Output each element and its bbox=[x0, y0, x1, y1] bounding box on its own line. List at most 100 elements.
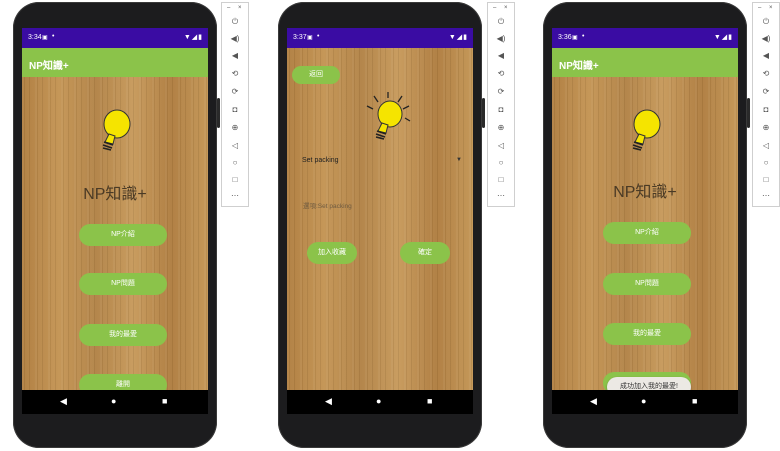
screen-detail: 3:37 ▣ • ▼◢▮ 返回 Set packing ▼ 選項:Set pac… bbox=[287, 28, 473, 414]
dropdown-arrow-icon[interactable]: ▼ bbox=[456, 157, 462, 163]
notification-dot-icon: • bbox=[582, 33, 585, 40]
nav-recents-icon[interactable]: ■ bbox=[692, 396, 697, 406]
back-button[interactable]: 返回 bbox=[292, 66, 340, 84]
camera-icon[interactable]: ◘ bbox=[488, 105, 514, 114]
signal-battery-icon: ▼◢▮ bbox=[713, 34, 733, 41]
volume-up-icon[interactable]: ◀) bbox=[488, 34, 514, 43]
wood-background bbox=[287, 28, 473, 414]
nav-back-icon[interactable]: ◀ bbox=[590, 396, 597, 407]
emulator-toolbar-1: – × ⏻ ◀) ◀ ⟲ ⟳ ◘ ⊕ ◁ ○ □ ⋯ bbox=[221, 2, 249, 207]
home-icon[interactable]: ○ bbox=[753, 158, 779, 167]
screen-main: 3:34 ▣ • ▼◢▮ NP知識+ NP知識+ NP介紹 NP問題 我的最愛 … bbox=[22, 28, 208, 414]
app-bar: NP知識+ bbox=[552, 48, 738, 77]
np-problems-button[interactable]: NP問題 bbox=[79, 273, 167, 295]
lightbulb-icon bbox=[366, 92, 411, 140]
nav-back-icon[interactable]: ◀ bbox=[60, 396, 67, 407]
rotate-left-icon[interactable]: ⟲ bbox=[222, 69, 248, 78]
volume-up-icon[interactable]: ◀) bbox=[222, 34, 248, 43]
selected-option-text: 選項:Set packing bbox=[303, 203, 352, 210]
favorites-button[interactable]: 我的最愛 bbox=[79, 324, 167, 346]
wood-background bbox=[22, 28, 208, 414]
nav-bar: ◀ ● ■ bbox=[552, 390, 738, 414]
add-favorite-button[interactable]: 加入收藏 bbox=[307, 242, 357, 264]
camera-icon[interactable]: ◘ bbox=[753, 105, 779, 114]
home-icon[interactable]: ○ bbox=[222, 158, 248, 167]
status-time: 3:36 bbox=[558, 34, 572, 41]
signal-battery-icon: ▼◢▮ bbox=[448, 34, 468, 41]
power-key bbox=[482, 98, 485, 128]
close-icon[interactable]: × bbox=[769, 5, 773, 11]
more-icon[interactable]: ⋯ bbox=[753, 191, 779, 200]
confirm-button[interactable]: 確定 bbox=[400, 242, 450, 264]
app-bar-title: NP知識+ bbox=[559, 61, 599, 72]
app-bar: NP知識+ bbox=[22, 48, 208, 77]
volume-up-icon[interactable]: ◀) bbox=[753, 34, 779, 43]
volume-down-icon[interactable]: ◀ bbox=[753, 51, 779, 60]
status-bar: 3:37 ▣ • ▼◢▮ bbox=[287, 28, 473, 48]
back-icon[interactable]: ◁ bbox=[753, 141, 779, 150]
lightbulb-icon bbox=[632, 109, 661, 151]
nav-home-icon[interactable]: ● bbox=[641, 396, 646, 406]
status-bar: 3:36 ▣ • ▼◢▮ bbox=[552, 28, 738, 48]
np-intro-button[interactable]: NP介紹 bbox=[603, 222, 691, 244]
back-icon[interactable]: ◁ bbox=[488, 141, 514, 150]
favorites-button[interactable]: 我的最愛 bbox=[603, 323, 691, 345]
rotate-right-icon[interactable]: ⟳ bbox=[488, 87, 514, 96]
minimize-icon[interactable]: – bbox=[227, 5, 230, 11]
nav-recents-icon[interactable]: ■ bbox=[427, 396, 432, 406]
rotate-right-icon[interactable]: ⟳ bbox=[753, 87, 779, 96]
nav-home-icon[interactable]: ● bbox=[111, 396, 116, 406]
phone-2: 3:37 ▣ • ▼◢▮ 返回 Set packing ▼ 選項:Set pac… bbox=[278, 2, 485, 448]
sim-icon: ▣ bbox=[572, 35, 578, 41]
wood-background bbox=[552, 28, 738, 414]
signal-battery-icon: ▼◢▮ bbox=[183, 34, 203, 41]
power-key bbox=[217, 98, 220, 128]
minimize-icon[interactable]: – bbox=[493, 5, 496, 11]
emulator-toolbar-2: – × ⏻ ◀) ◀ ⟲ ⟳ ◘ ⊕ ◁ ○ □ ⋯ bbox=[487, 2, 515, 207]
power-icon[interactable]: ⏻ bbox=[222, 17, 248, 27]
close-icon[interactable]: × bbox=[504, 5, 508, 11]
power-key bbox=[747, 98, 750, 128]
home-icon[interactable]: ○ bbox=[488, 158, 514, 167]
nav-bar: ◀ ● ■ bbox=[22, 390, 208, 414]
headline: NP知識+ bbox=[83, 186, 147, 203]
sim-icon: ▣ bbox=[42, 35, 48, 41]
zoom-icon[interactable]: ⊕ bbox=[753, 123, 779, 132]
rotate-right-icon[interactable]: ⟳ bbox=[222, 87, 248, 96]
np-problem-dropdown[interactable]: Set packing ▼ bbox=[302, 157, 462, 164]
volume-down-icon[interactable]: ◀ bbox=[222, 51, 248, 60]
headline: NP知識+ bbox=[613, 184, 677, 201]
close-icon[interactable]: × bbox=[238, 5, 242, 11]
rotate-left-icon[interactable]: ⟲ bbox=[753, 69, 779, 78]
notification-dot-icon: • bbox=[317, 33, 320, 40]
zoom-icon[interactable]: ⊕ bbox=[488, 123, 514, 132]
np-intro-button[interactable]: NP介紹 bbox=[79, 224, 167, 246]
power-icon[interactable]: ⏻ bbox=[753, 17, 779, 27]
more-icon[interactable]: ⋯ bbox=[222, 191, 248, 200]
more-icon[interactable]: ⋯ bbox=[488, 191, 514, 200]
back-icon[interactable]: ◁ bbox=[222, 141, 248, 150]
nav-bar: ◀ ● ■ bbox=[287, 390, 473, 414]
overview-icon[interactable]: □ bbox=[753, 175, 779, 184]
nav-back-icon[interactable]: ◀ bbox=[325, 396, 332, 407]
zoom-icon[interactable]: ⊕ bbox=[222, 123, 248, 132]
np-problems-button[interactable]: NP問題 bbox=[603, 273, 691, 295]
overview-icon[interactable]: □ bbox=[488, 175, 514, 184]
phone-1: 3:34 ▣ • ▼◢▮ NP知識+ NP知識+ NP介紹 NP問題 我的最愛 … bbox=[13, 2, 220, 448]
nav-home-icon[interactable]: ● bbox=[376, 396, 381, 406]
overview-icon[interactable]: □ bbox=[222, 175, 248, 184]
rotate-left-icon[interactable]: ⟲ bbox=[488, 69, 514, 78]
lightbulb-icon bbox=[102, 109, 131, 151]
status-time: 3:37 bbox=[293, 34, 307, 41]
status-time: 3:34 bbox=[28, 34, 42, 41]
status-bar: 3:34 ▣ • ▼◢▮ bbox=[22, 28, 208, 48]
volume-down-icon[interactable]: ◀ bbox=[488, 51, 514, 60]
camera-icon[interactable]: ◘ bbox=[222, 105, 248, 114]
nav-recents-icon[interactable]: ■ bbox=[162, 396, 167, 406]
app-bar-title: NP知識+ bbox=[29, 61, 69, 72]
phone-3: 3:36 ▣ • ▼◢▮ NP知識+ NP知識+ NP介紹 NP問題 我的最愛 … bbox=[543, 2, 750, 448]
sim-icon: ▣ bbox=[307, 35, 313, 41]
emulator-toolbar-3: – × ⏻ ◀) ◀ ⟲ ⟳ ◘ ⊕ ◁ ○ □ ⋯ bbox=[752, 2, 780, 207]
power-icon[interactable]: ⏻ bbox=[488, 17, 514, 27]
minimize-icon[interactable]: – bbox=[758, 5, 761, 11]
